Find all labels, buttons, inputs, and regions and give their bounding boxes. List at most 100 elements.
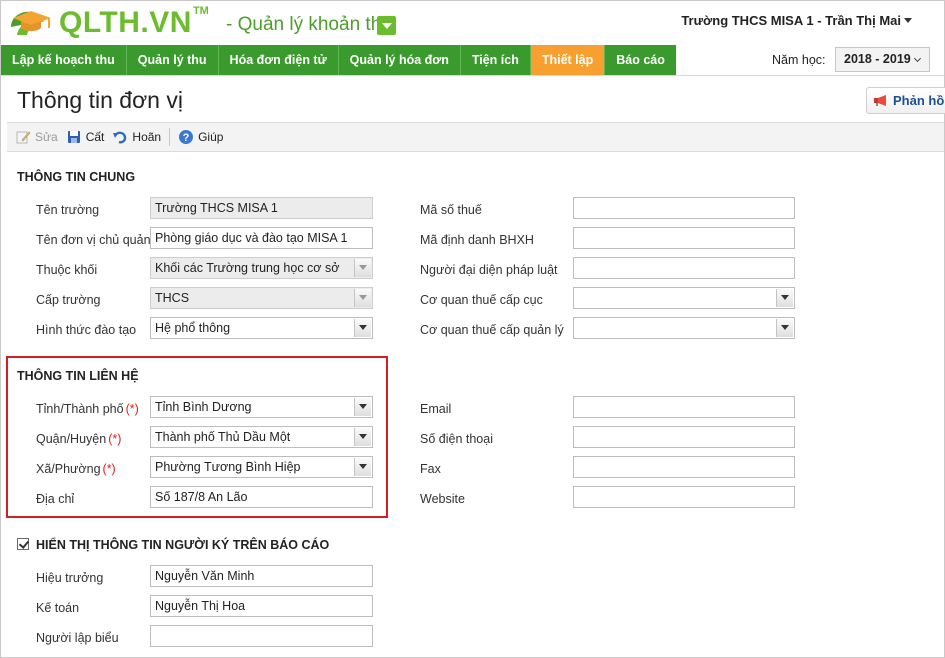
province-label-text: Tỉnh/Thành phố xyxy=(36,402,124,416)
level-select: THCS xyxy=(150,287,373,309)
email-label: Email xyxy=(420,402,452,416)
bhxh-field[interactable] xyxy=(573,227,795,249)
tax-code-field[interactable] xyxy=(573,197,795,219)
email-field[interactable] xyxy=(573,396,795,418)
feedback-button[interactable]: Phản hồi xyxy=(866,87,945,114)
tab-bao-cao[interactable]: Báo cáo xyxy=(605,45,676,75)
training-select[interactable]: Hệ phổ thông xyxy=(150,317,373,339)
caret-down-icon xyxy=(904,18,912,23)
accountant-label: Kế toán xyxy=(36,601,80,615)
chevron-down-icon[interactable] xyxy=(354,458,371,476)
training-label: Hình thức đào tạo xyxy=(36,323,137,337)
chevron-down-icon[interactable] xyxy=(354,428,371,446)
tax-dept-select[interactable] xyxy=(573,287,795,309)
district-select[interactable]: Thành phố Thủ Dầu Một xyxy=(150,426,373,448)
tab-lap-ke-hoach-thu[interactable]: Lập kế hoạch thu xyxy=(1,45,127,75)
province-value: Tỉnh Bình Dương xyxy=(155,400,252,414)
ward-label: Xã/Phường (*) xyxy=(36,462,116,476)
preparer-label: Người lập biểu xyxy=(36,631,119,645)
school-year-select[interactable]: 2018 - 2019 xyxy=(835,47,930,72)
edit-icon xyxy=(16,131,31,144)
user-menu[interactable]: Trường THCS MISA 1 - Trần Thị Mai xyxy=(681,13,912,28)
logo[interactable]: QLTH.VN TM xyxy=(5,4,209,42)
required-mark: (*) xyxy=(108,432,122,446)
preparer-field[interactable] xyxy=(150,625,373,647)
help-label: Giúp xyxy=(198,130,224,144)
chevron-down-icon xyxy=(354,259,371,277)
chevron-down-icon[interactable] xyxy=(354,398,371,416)
required-mark: (*) xyxy=(102,462,116,476)
accountant-field[interactable]: Nguyễn Thị Hoa xyxy=(150,595,373,617)
help-icon: ? xyxy=(179,130,194,144)
phone-label: Số điện thoại xyxy=(420,432,493,446)
parent-unit-label: Tên đơn vị chủ quản xyxy=(36,233,151,247)
province-select[interactable]: Tỉnh Bình Dương xyxy=(150,396,373,418)
fax-label: Fax xyxy=(420,462,441,476)
feedback-label: Phản hồi xyxy=(893,93,945,108)
block-label: Thuộc khối xyxy=(36,263,98,277)
user-info-label: Trường THCS MISA 1 - Trần Thị Mai xyxy=(681,13,901,28)
toolbar-divider xyxy=(169,128,171,146)
district-label: Quận/Huyện (*) xyxy=(36,432,121,446)
signer-section-title: HIỂN THỊ THÔNG TIN NGƯỜI KÝ TRÊN BÁO CÁO xyxy=(36,538,330,552)
block-select: Khối các Trường trung học cơ sở xyxy=(150,257,373,279)
principal-field[interactable]: Nguyễn Văn Minh xyxy=(150,565,373,587)
undo-button[interactable]: Hoãn xyxy=(112,129,161,145)
tab-thiet-lap[interactable]: Thiết lập xyxy=(530,45,606,75)
chevron-down-icon[interactable] xyxy=(354,319,371,337)
main-nav: Lập kế hoạch thu Quản lý thu Hóa đơn điệ… xyxy=(1,45,944,76)
training-value: Hệ phổ thông xyxy=(155,321,231,335)
save-label: Cất xyxy=(85,130,105,144)
app-header: QLTH.VN TM - Quản lý khoản thu Trường TH… xyxy=(1,1,944,45)
tab-tien-ich[interactable]: Tiện ích xyxy=(461,45,531,75)
address-field[interactable]: Số 187/8 An Lão xyxy=(150,486,373,508)
logo-trademark: TM xyxy=(192,5,209,17)
tax-manage-select[interactable] xyxy=(573,317,795,339)
graduation-cap-logo-icon xyxy=(11,11,51,35)
tab-hoa-don-dien-tu[interactable]: Hóa đơn điện tử xyxy=(219,45,339,75)
address-label: Địa chỉ xyxy=(36,492,75,506)
module-switch-chevron-down-icon[interactable] xyxy=(377,16,396,35)
chevron-down-icon[interactable] xyxy=(776,289,793,307)
save-button[interactable]: Cất xyxy=(66,129,105,145)
ward-label-text: Xã/Phường xyxy=(36,462,101,476)
svg-text:?: ? xyxy=(183,132,190,144)
province-label: Tỉnh/Thành phố (*) xyxy=(36,402,139,416)
website-label: Website xyxy=(420,492,465,506)
general-section-title: THÔNG TIN CHUNG xyxy=(17,170,136,184)
tax-manage-label: Cơ quan thuế cấp quản lý xyxy=(420,323,564,337)
website-field[interactable] xyxy=(573,486,795,508)
toolbar: Sửa Cất Hoãn ? Giúp xyxy=(7,122,944,152)
edit-label: Sửa xyxy=(35,130,58,144)
principal-label: Hiệu trưởng xyxy=(36,571,104,585)
legal-rep-field[interactable] xyxy=(573,257,795,279)
ward-value: Phường Tương Bình Hiệp xyxy=(155,460,301,474)
tax-dept-label: Cơ quan thuế cấp cục xyxy=(420,293,543,307)
level-label: Cấp trường xyxy=(36,293,101,307)
module-title: - Quản lý khoản thu xyxy=(226,14,392,35)
help-button[interactable]: ? Giúp xyxy=(178,129,223,145)
contact-section-title: THÔNG TIN LIÊN HỆ xyxy=(17,369,139,383)
school-year-label: Năm học: xyxy=(772,53,826,67)
undo-label: Hoãn xyxy=(132,130,162,144)
tab-quan-ly-thu[interactable]: Quản lý thu xyxy=(127,45,219,75)
save-icon xyxy=(67,131,80,143)
chevron-down-icon[interactable] xyxy=(776,319,793,337)
undo-icon xyxy=(113,131,127,144)
block-value: Khối các Trường trung học cơ sở xyxy=(155,261,340,275)
level-value: THCS xyxy=(155,291,190,305)
school-name-label: Tên trường xyxy=(36,203,100,217)
chevron-down-icon xyxy=(354,289,371,307)
tab-quan-ly-hoa-don[interactable]: Quản lý hóa đơn xyxy=(339,45,461,75)
ward-select[interactable]: Phường Tương Bình Hiệp xyxy=(150,456,373,478)
phone-field[interactable] xyxy=(573,426,795,448)
edit-button[interactable]: Sửa xyxy=(15,129,58,145)
fax-field[interactable] xyxy=(573,456,795,478)
page-title: Thông tin đơn vị xyxy=(17,87,183,113)
nav-tabs: Lập kế hoạch thu Quản lý thu Hóa đơn điệ… xyxy=(1,45,676,75)
show-signer-checkbox-icon[interactable] xyxy=(17,538,29,550)
legal-rep-label: Người đại diện pháp luật xyxy=(420,263,558,277)
bhxh-label: Mã định danh BHXH xyxy=(420,233,534,247)
tax-code-label: Mã số thuế xyxy=(420,203,482,217)
parent-unit-field[interactable]: Phòng giáo dục và đào tạo MISA 1 xyxy=(150,227,373,249)
